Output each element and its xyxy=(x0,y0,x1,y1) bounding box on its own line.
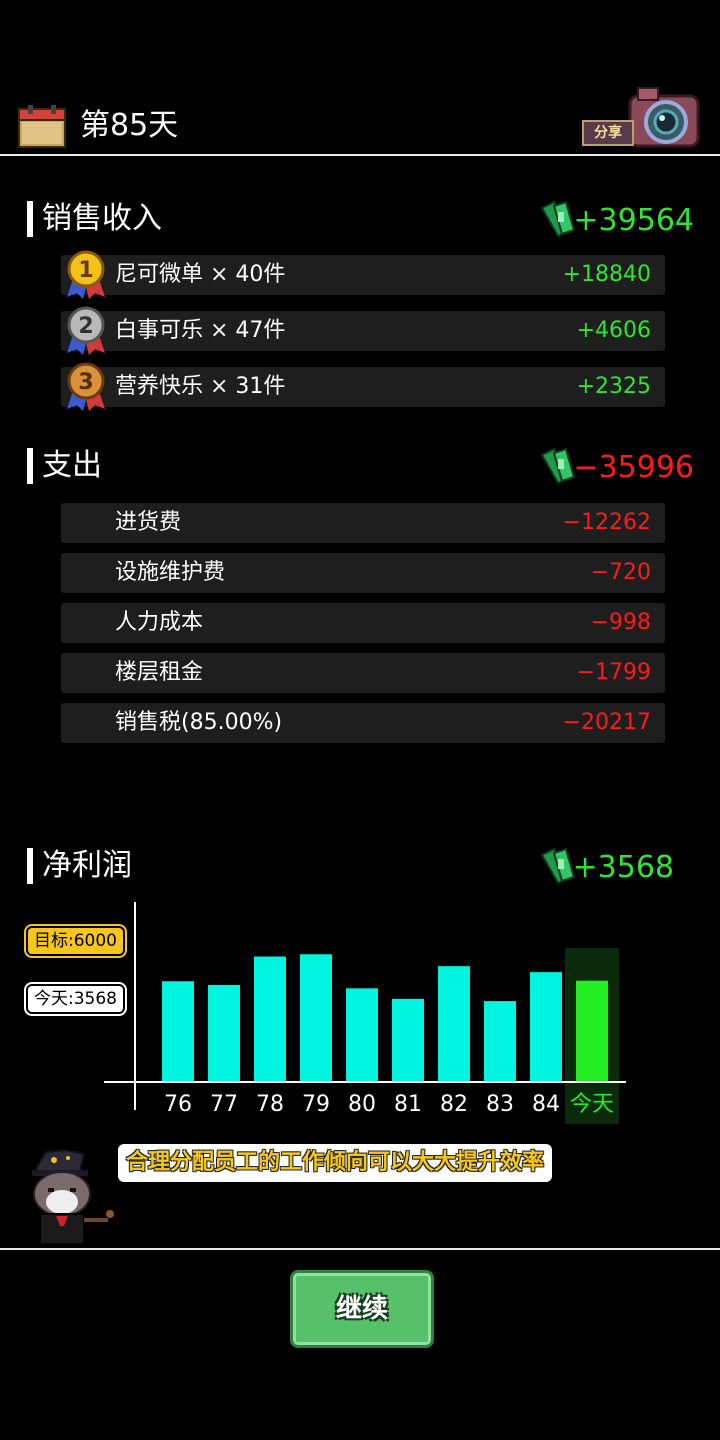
header-divider xyxy=(0,154,720,156)
chart-bar xyxy=(208,984,240,1082)
profit-chart: 76 77 78 79 80 81 82 83 84 今天 xyxy=(104,902,626,1124)
x-tick-label: 79 xyxy=(302,1092,330,1117)
continue-label: 继续 xyxy=(335,1294,388,1324)
expense-label: 人力成本 xyxy=(115,610,204,635)
chart-bar xyxy=(162,981,194,1082)
tip-bubble: 合理分配员工的工作倾向可以大大提升效率 xyxy=(118,1144,553,1182)
money-icon xyxy=(540,200,576,238)
expense-label: 楼层租金 xyxy=(115,660,204,685)
profit-total: +3568 xyxy=(572,850,674,885)
tip-text: 合理分配员工的工作倾向可以大大提升效率 xyxy=(126,1150,545,1175)
item-income: +2325 xyxy=(576,374,651,399)
x-tick-label: 82 xyxy=(440,1092,468,1117)
continue-button[interactable]: 继续 xyxy=(290,1270,434,1348)
expense-row: 设施维护费 −720 xyxy=(61,553,665,593)
sales-row: 2 白事可乐 × 47件 +4606 xyxy=(61,306,665,355)
section-marker xyxy=(27,848,33,884)
sales-title: 销售收入 xyxy=(42,201,162,236)
silver-medal-icon: 2 xyxy=(67,306,105,355)
x-tick-label: 77 xyxy=(210,1092,238,1117)
medal-rank: 3 xyxy=(78,370,93,395)
expense-value: −998 xyxy=(590,610,651,635)
x-tick-label: 76 xyxy=(164,1092,192,1117)
x-tick-label: 80 xyxy=(348,1092,376,1117)
chart-bar xyxy=(300,954,332,1082)
day-title: 第85天 xyxy=(80,108,179,143)
x-tick-label: 84 xyxy=(532,1092,560,1117)
item-income: +4606 xyxy=(576,318,651,343)
x-tick-label: 81 xyxy=(394,1092,422,1117)
chart-bar xyxy=(438,966,470,1082)
sales-total: +39564 xyxy=(573,203,694,238)
medal-rank: 2 xyxy=(78,314,93,339)
section-marker xyxy=(27,448,33,484)
sales-row: 1 尼可微单 × 40件 +18840 xyxy=(61,250,665,299)
item-name: 尼可微单 × 40件 xyxy=(115,262,286,287)
x-tick-label: 78 xyxy=(256,1092,284,1117)
medal-rank: 1 xyxy=(78,258,93,283)
expense-label: 销售税(85.00%) xyxy=(115,710,283,735)
expense-value: −20217 xyxy=(562,710,651,735)
expense-value: −1799 xyxy=(576,660,651,685)
share-button[interactable]: 分享 xyxy=(580,86,702,150)
calendar-icon xyxy=(18,105,66,148)
item-income: +18840 xyxy=(562,262,651,287)
item-name: 白事可乐 × 47件 xyxy=(115,318,286,343)
footer-divider xyxy=(0,1248,720,1250)
profit-title: 净利润 xyxy=(42,848,132,883)
expense-row: 人力成本 −998 xyxy=(61,603,665,643)
chart-bar xyxy=(576,980,608,1082)
money-icon xyxy=(540,447,576,485)
expense-row: 进货费 −12262 xyxy=(61,503,665,543)
x-tick-label: 今天 xyxy=(570,1092,614,1117)
bronze-medal-icon: 3 xyxy=(67,362,105,411)
section-marker xyxy=(27,201,33,237)
expense-label: 设施维护费 xyxy=(115,560,226,585)
share-label: 分享 xyxy=(582,120,634,146)
chart-bar xyxy=(346,988,378,1082)
camera-icon xyxy=(628,87,700,148)
chart-bar xyxy=(392,998,424,1082)
chart-bar xyxy=(530,972,562,1082)
expense-value: −12262 xyxy=(562,510,651,535)
expense-row: 销售税(85.00%) −20217 xyxy=(61,703,665,743)
manager-cat-avatar xyxy=(32,1148,114,1245)
gold-medal-icon: 1 xyxy=(67,250,105,299)
chart-bar xyxy=(254,956,286,1082)
expenses-total: −35996 xyxy=(573,450,694,485)
money-icon xyxy=(540,847,576,885)
expense-label: 进货费 xyxy=(115,510,182,535)
item-name: 营养快乐 × 31件 xyxy=(115,374,286,399)
expense-row: 楼层租金 −1799 xyxy=(61,653,665,693)
x-tick-label: 83 xyxy=(486,1092,514,1117)
expenses-title: 支出 xyxy=(42,448,102,483)
sales-row: 3 营养快乐 × 31件 +2325 xyxy=(61,362,665,411)
expense-value: −720 xyxy=(590,560,651,585)
chart-bar xyxy=(484,1001,516,1082)
